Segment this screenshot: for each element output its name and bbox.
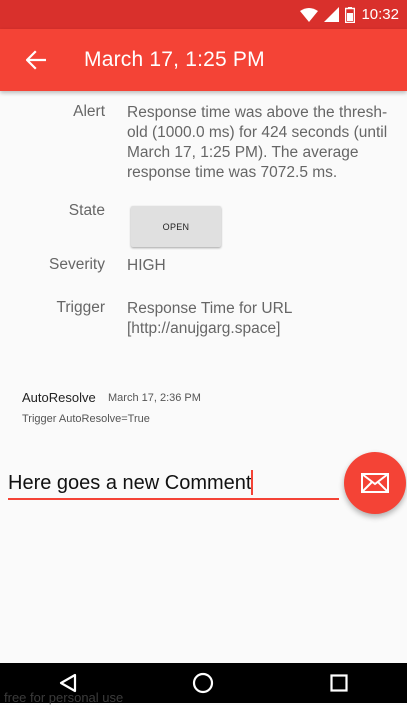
state-label: State xyxy=(68,202,105,219)
text-cursor xyxy=(251,470,253,495)
trigger-label: Trigger xyxy=(56,299,105,316)
severity-value: HIGH xyxy=(127,257,166,274)
comment-body: Trigger AutoResolve=True xyxy=(22,413,150,425)
comment-time: March 17, 2:36 PM xyxy=(108,392,201,404)
home-circle-icon xyxy=(193,672,214,694)
nav-recents-button[interactable] xyxy=(309,663,369,703)
back-button[interactable] xyxy=(8,32,64,88)
alert-label: Alert xyxy=(73,103,105,120)
severity-label: Severity xyxy=(49,256,105,273)
send-comment-button[interactable] xyxy=(344,452,406,514)
app-bar: March 17, 1:25 PM xyxy=(0,29,407,91)
signal-icon xyxy=(324,7,340,22)
wifi-icon xyxy=(300,7,319,22)
alert-value: Response time was above the thresh-old (… xyxy=(127,104,388,181)
arrow-back-icon xyxy=(26,50,46,70)
page-title: March 17, 1:25 PM xyxy=(84,48,265,71)
nav-home-button[interactable] xyxy=(173,663,233,703)
comment-author: AutoResolve xyxy=(22,390,96,405)
battery-icon xyxy=(345,6,356,23)
status-bar: 10:32 xyxy=(0,0,407,29)
mail-icon xyxy=(361,473,389,493)
comment-input[interactable] xyxy=(8,468,339,500)
status-time: 10:32 xyxy=(361,6,399,23)
recents-square-icon xyxy=(330,674,348,692)
state-open-button[interactable]: OPEN xyxy=(131,206,221,247)
status-icons: 10:32 xyxy=(294,6,399,23)
trigger-value: Response Time for URL [http://anujgarg.s… xyxy=(127,300,292,337)
